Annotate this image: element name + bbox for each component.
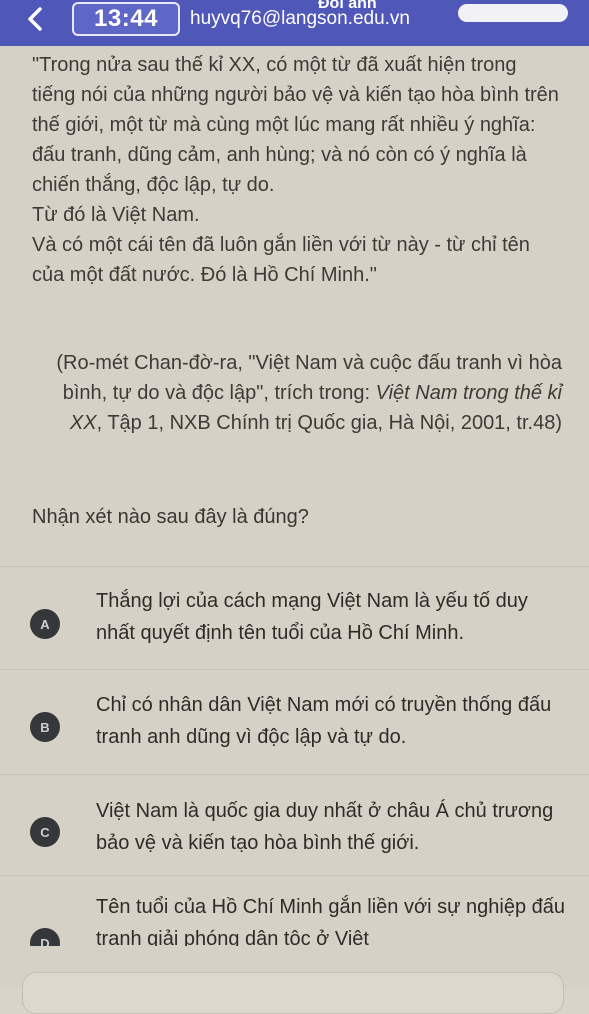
citation-part-2: , Tập 1, NXB Chính trị Quốc gia, Hà Nội,…: [96, 412, 562, 434]
passage-paragraph-2: Từ đó là Việt Nam.: [32, 204, 200, 226]
header-title: Đổi ảnh: [318, 0, 432, 8]
option-b[interactable]: B Chỉ có nhân dân Việt Nam mới có truyền…: [0, 670, 589, 774]
option-d-badge: D: [30, 928, 60, 946]
question-content: "Trong nửa sau thế kỉ XX, có một từ đã x…: [0, 46, 589, 1014]
option-c-text: Việt Nam là quốc gia duy nhất ở châu Á c…: [96, 800, 554, 854]
option-b-text: Chỉ có nhân dân Việt Nam mới có truyền t…: [96, 694, 552, 748]
back-button[interactable]: [20, 6, 50, 32]
option-c[interactable]: C Việt Nam là quốc gia duy nhất ở châu Á…: [0, 775, 589, 875]
option-c-badge: C: [30, 817, 60, 847]
source-passage: "Trong nửa sau thế kỉ XX, có một từ đã x…: [32, 50, 562, 290]
option-a-text: Thắng lợi của cách mạng Việt Nam là yếu …: [96, 590, 528, 644]
option-a[interactable]: A Thắng lợi của cách mạng Việt Nam là yế…: [0, 567, 589, 669]
passage-paragraph-1: "Trong nửa sau thế kỉ XX, có một từ đã x…: [32, 54, 559, 196]
user-email: huyvq76@langson.edu.vn: [190, 8, 411, 29]
option-d[interactable]: D Tên tuổi của Hồ Chí Minh gắn liền với …: [0, 876, 589, 946]
chevron-left-icon: [27, 7, 43, 31]
option-b-badge: B: [30, 712, 60, 742]
option-d-text: Tên tuổi của Hồ Chí Minh gắn liền với sự…: [96, 896, 565, 946]
header-toggle[interactable]: [458, 4, 568, 22]
source-citation: (Ro-mét Chan-đờ-ra, "Việt Nam và cuộc đấ…: [32, 348, 562, 438]
time-display: 13:44: [72, 2, 180, 36]
question-prompt: Nhận xét nào sau đây là đúng?: [32, 506, 309, 528]
bottom-input-box[interactable]: [22, 972, 564, 1014]
option-a-badge: A: [30, 609, 60, 639]
top-bar: 13:44 huyvq76@langson.edu.vn Đổi ảnh: [0, 0, 589, 46]
passage-paragraph-3: Và có một cái tên đã luôn gắn liền với t…: [32, 234, 530, 286]
